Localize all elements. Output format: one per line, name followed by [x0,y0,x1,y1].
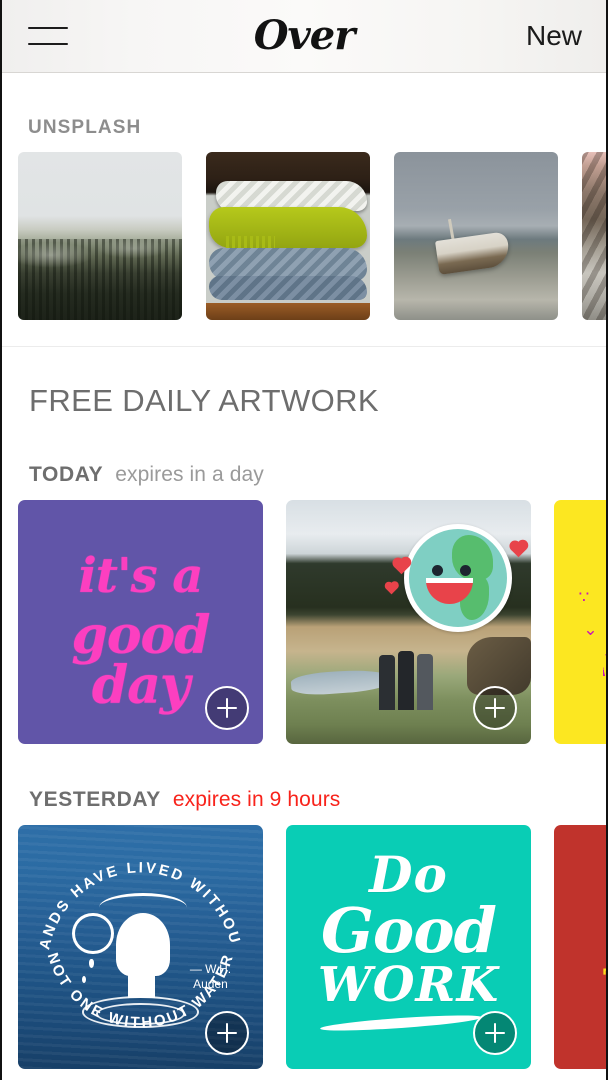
hamburger-menu-icon[interactable] [28,27,68,45]
artwork-row-today[interactable]: it's a good day ∵⌄ R [2,500,606,744]
section-divider [2,346,606,347]
free-daily-artwork-section: FREE DAILY ARTWORK TODAY expires in a da… [2,383,606,1069]
smiling-earth-sticker-icon [403,524,512,633]
day-label: YESTERDAY [29,788,161,811]
lettering-line-3: WORK [317,957,500,1014]
credit-line-1: — W.H. [189,961,232,976]
unsplash-thumb[interactable] [394,152,558,320]
day-header-today: TODAY expires in a day [29,463,606,487]
lettering-line-1: it's a [78,547,204,604]
expiry-label: expires in 9 hours [172,788,341,811]
artwork-row-yesterday[interactable]: THOUSANDS HAVE LIVED WITHOUT LOVE · NOT … [2,825,606,1069]
artwork-card[interactable]: ∵⌄ R G [554,500,606,744]
unsplash-thumb-row[interactable] [2,152,606,320]
day-header-yesterday: YESTERDAY expires in 9 hours [29,788,606,812]
page-title: FREE DAILY ARTWORK [29,383,380,418]
add-artwork-button[interactable] [205,1011,249,1055]
artwork-card[interactable]: CH TO [554,825,606,1069]
new-project-button[interactable]: New [526,20,582,52]
credit-line-2: Auden [193,976,228,991]
lettering-line-2: TO [603,962,606,1002]
lettering-line-2: Good [320,894,497,968]
heart-icon [386,582,398,595]
day-label: TODAY [29,463,104,486]
unsplash-thumb[interactable] [206,152,370,320]
quote-credit: — W.H. Auden [190,962,231,992]
lettering-line-1: Do [369,844,448,904]
add-artwork-button[interactable] [473,686,517,730]
app-root: Over New UNSPLASH FREE DAILY ARTWORK TOD… [0,0,608,1080]
app-header: Over New [2,0,606,73]
expiry-label: expires in a day [115,463,264,486]
add-artwork-button[interactable] [473,1011,517,1055]
heart-icon [510,541,526,558]
artwork-card[interactable] [286,500,531,744]
unsplash-section: UNSPLASH [2,117,606,347]
unsplash-thumb[interactable] [582,152,606,320]
artwork-card[interactable]: it's a good day [18,500,263,744]
artwork-card[interactable]: Do Good WORK [286,825,531,1069]
unsplash-thumb[interactable] [18,152,182,320]
artwork-card[interactable]: THOUSANDS HAVE LIVED WITHOUT LOVE · NOT … [18,825,263,1069]
app-logo: Over [253,12,356,59]
unsplash-heading: UNSPLASH [28,117,142,138]
add-artwork-button[interactable] [205,686,249,730]
